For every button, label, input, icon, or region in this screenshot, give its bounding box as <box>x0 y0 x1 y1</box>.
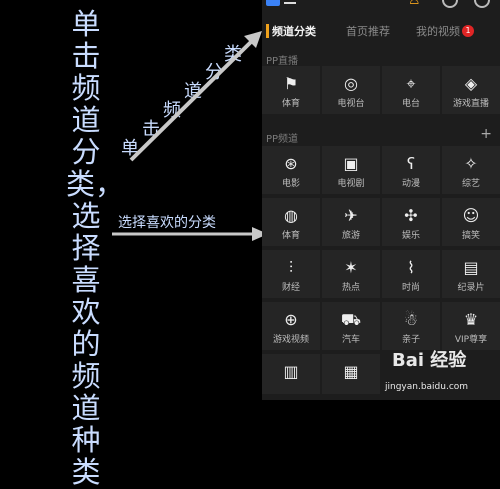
gamepad-icon: ⊕ <box>284 310 298 329</box>
chart-icon: ⫶ <box>288 258 293 277</box>
channel-item[interactable]: ♛ VIP尊享 <box>442 302 500 350</box>
film-reel-icon: ⊛ <box>284 154 298 173</box>
channel-item[interactable]: ◈ 游戏直播 <box>442 66 500 114</box>
channel-item[interactable]: ⊕ 游戏视频 <box>262 302 320 350</box>
channel-item[interactable]: ◎ 电视台 <box>322 66 380 114</box>
channel-tab-bar: 频道分类 首页推荐 我的视频 1 <box>262 20 500 44</box>
car-icon: ⛟ <box>340 310 362 329</box>
airplane-icon: ✈ <box>344 206 358 225</box>
channel-item[interactable]: ✶ 热点 <box>322 250 380 298</box>
annotation-panel: 单击频道分类，选择喜欢的频道种类 单 击 频 道 分 类 选择喜欢的分类 <box>0 0 260 488</box>
tv-station-icon: ◎ <box>344 74 358 93</box>
channel-item[interactable]: ▣ 电视剧 <box>322 146 380 194</box>
channel-item[interactable]: ⫶ 财经 <box>262 250 320 298</box>
channel-item[interactable]: ✧ 综艺 <box>442 146 500 194</box>
vertical-instruction-text: 单击频道分类，选择喜欢的频道种类 <box>66 7 125 489</box>
active-tab-marker <box>266 24 269 38</box>
channel-item[interactable]: ⌖ 电台 <box>382 66 440 114</box>
camera-icon: ▤ <box>463 258 479 277</box>
channel-item[interactable]: ☃ 亲子 <box>382 302 440 350</box>
ball-icon: ◍ <box>284 206 298 225</box>
stair-char: 击 <box>142 119 160 140</box>
star-burst-icon: ✶ <box>344 258 358 277</box>
add-channel-icon[interactable]: + <box>480 126 492 142</box>
puzzle-icon: ✣ <box>404 206 418 225</box>
channel-item[interactable]: ⛟ 汽车 <box>322 302 380 350</box>
channel-item[interactable]: ⊛ 电影 <box>262 146 320 194</box>
tv-icon: ▣ <box>343 154 359 173</box>
radio-icon: ▦ <box>343 362 359 381</box>
search-icon[interactable] <box>442 0 458 8</box>
tab-channel-category[interactable]: 频道分类 <box>272 23 316 39</box>
radio-tower-icon: ⌖ <box>406 74 416 93</box>
flag-icon: ⚑ <box>283 74 299 93</box>
smile-icon: ☺ <box>462 206 480 225</box>
channel-item[interactable]: ⌇ 时尚 <box>382 250 440 298</box>
watermark-logo: Bai 经验 <box>392 350 467 371</box>
app-logo-icon <box>266 0 280 6</box>
section-title-live: PP直播 <box>266 56 299 67</box>
game-live-icon: ◈ <box>464 74 478 93</box>
bear-icon: ʕ <box>406 154 416 173</box>
channel-item[interactable]: ◍ 体育 <box>262 198 320 246</box>
section-title-channels: PP频道 <box>266 134 299 145</box>
stair-char: 分 <box>205 62 223 83</box>
watermark-url: jingyan.baidu.com <box>385 382 469 392</box>
channel-item-partial[interactable]: ▦ <box>322 354 380 394</box>
tab-my-videos[interactable]: 我的视频 <box>416 23 460 39</box>
channel-item-partial[interactable]: ▥ <box>262 354 320 394</box>
channel-item[interactable]: ✣ 娱乐 <box>382 198 440 246</box>
channel-item[interactable]: ▤ 纪录片 <box>442 250 500 298</box>
user-icon[interactable]: ♙ <box>408 0 421 8</box>
stair-char: 单 <box>121 138 139 159</box>
crown-icon: ♛ <box>463 310 479 329</box>
channel-item[interactable]: ⚑ 体育 <box>262 66 320 114</box>
channel-item[interactable]: ✈ 旅游 <box>322 198 380 246</box>
building-icon: ▥ <box>283 362 299 381</box>
baby-icon: ☃ <box>403 310 419 329</box>
stars-icon: ✧ <box>464 154 478 173</box>
app-screen: ♙ 频道分类 首页推荐 我的视频 1 PP直播 ⚑ 体育 ◎ 电视台 ⌖ 电台 ◈ 游戏… <box>262 0 500 400</box>
history-icon[interactable] <box>474 0 490 8</box>
channel-item[interactable]: ☺ 搞笑 <box>442 198 500 246</box>
notification-badge: 1 <box>462 25 474 37</box>
arrow-label: 选择喜欢的分类 <box>118 215 216 231</box>
stair-char: 类 <box>224 44 242 65</box>
tab-home-recommend[interactable]: 首页推荐 <box>346 23 390 39</box>
stair-char: 道 <box>184 81 202 102</box>
high-heel-icon: ⌇ <box>407 258 415 277</box>
minimize-icon <box>284 2 296 4</box>
stair-char: 频 <box>163 100 181 121</box>
channel-item[interactable]: ʕ 动漫 <box>382 146 440 194</box>
